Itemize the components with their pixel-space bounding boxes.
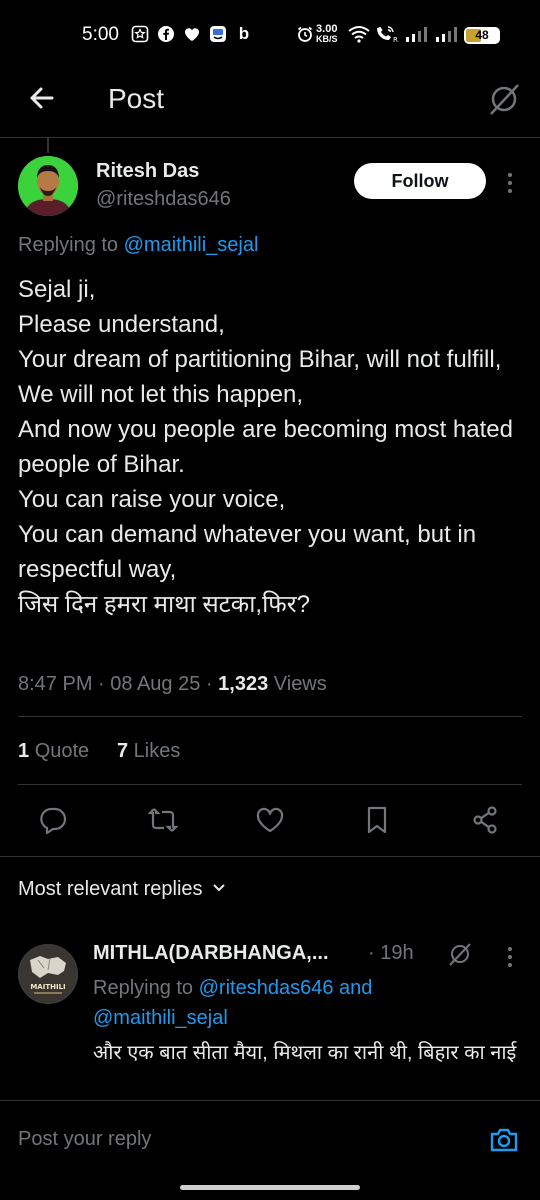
- thread-line: [47, 137, 49, 153]
- reply-mention-2[interactable]: @maithili_sejal: [93, 1007, 228, 1029]
- post-text: Sejal ji, Please understand, Your dream …: [18, 276, 513, 618]
- like-icon[interactable]: [250, 800, 290, 840]
- camera-icon[interactable]: [488, 1124, 520, 1156]
- views-label: Views: [273, 673, 327, 695]
- meta-divider: [18, 716, 522, 717]
- share-icon[interactable]: [465, 800, 505, 840]
- grok-icon[interactable]: [485, 80, 523, 118]
- battery-icon: 48: [464, 27, 500, 44]
- likes-label: Likes: [133, 740, 181, 762]
- views-count: 1,323: [218, 673, 269, 695]
- network-speed: 3.00 KB/S: [316, 24, 338, 44]
- reply-replying-to: Replying to @riteshdas646 and @maithili_s…: [93, 973, 433, 1033]
- post-time: 8:47 PM: [18, 673, 93, 695]
- wifi-icon: [348, 25, 370, 43]
- reply-grok-icon[interactable]: [446, 940, 474, 968]
- post-stats: 1 Quote 7 Likes: [18, 740, 180, 763]
- home-indicator[interactable]: [180, 1185, 360, 1190]
- composer-divider: [0, 1100, 540, 1101]
- reply-replying-prefix: Replying to: [93, 977, 199, 999]
- header-divider: [0, 137, 540, 138]
- reply-more-options-icon[interactable]: [500, 944, 520, 974]
- replies-sort-label: Most relevant replies: [18, 878, 203, 900]
- reply-author-name[interactable]: MITHLA(DARBHANGA,...: [93, 942, 329, 965]
- star-badge-icon: [131, 25, 149, 43]
- repost-icon[interactable]: [143, 800, 183, 840]
- b-icon: b: [238, 24, 250, 43]
- signal-strength-icon-1: [404, 25, 430, 43]
- facebook-icon: [157, 25, 175, 43]
- bookmark-icon[interactable]: [357, 800, 397, 840]
- quotes-stat[interactable]: 1 Quote: [18, 740, 89, 762]
- svg-text:R: R: [393, 36, 398, 43]
- author-handle[interactable]: @riteshdas646: [96, 188, 231, 211]
- likes-count: 7: [116, 740, 129, 762]
- reply-text: और एक बात सीता मैया, मिथला का रानी थी, ब…: [93, 1042, 517, 1064]
- reply-icon[interactable]: [33, 800, 73, 840]
- author-name[interactable]: Ritesh Das: [96, 160, 199, 183]
- stats-divider: [18, 784, 522, 785]
- page-title: Post: [108, 83, 165, 114]
- heart-icon: [183, 25, 201, 43]
- quote-label: Quote: [34, 740, 90, 762]
- status-time: 5:00: [82, 24, 119, 45]
- volte-call-icon: R: [374, 25, 398, 43]
- alarm-icon: [296, 25, 314, 43]
- more-options-icon[interactable]: [500, 170, 520, 200]
- signal-strength-icon-2: [434, 25, 460, 43]
- reply-time-value: 19h: [380, 942, 414, 964]
- network-speed-unit: KB/S: [316, 34, 338, 44]
- reply-time: · 19h: [368, 942, 414, 964]
- reply-mention-1[interactable]: @riteshdas646: [199, 977, 334, 999]
- battery-level: 48: [475, 28, 489, 42]
- status-bar: 5:00 b 3.00 KB/S R 48: [0, 0, 540, 70]
- reply-input[interactable]: [18, 1128, 458, 1151]
- reply-avatar[interactable]: MAITHILI: [18, 944, 78, 1004]
- replies-sort-dropdown[interactable]: Most relevant replies: [18, 878, 227, 901]
- avatar[interactable]: [18, 156, 78, 216]
- likes-stat[interactable]: 7 Likes: [117, 740, 180, 762]
- reply-mention-and: and: [333, 977, 373, 999]
- chevron-down-icon: [211, 878, 227, 901]
- replying-to: Replying to @maithili_sejal: [18, 234, 258, 257]
- reply-avatar-text: MAITHILI: [30, 983, 65, 991]
- replying-to-link[interactable]: @maithili_sejal: [124, 234, 259, 256]
- post-meta: 8:47 PM · 08 Aug 25 · 1,323 Views: [18, 673, 327, 695]
- replying-prefix: Replying to: [18, 234, 124, 256]
- follow-button[interactable]: Follow: [354, 163, 486, 199]
- app-icon: [209, 25, 227, 43]
- quote-count: 1: [18, 740, 30, 762]
- post-date: 08 Aug 25: [110, 673, 201, 695]
- actions-divider: [0, 856, 540, 857]
- back-arrow-icon[interactable]: [24, 80, 60, 116]
